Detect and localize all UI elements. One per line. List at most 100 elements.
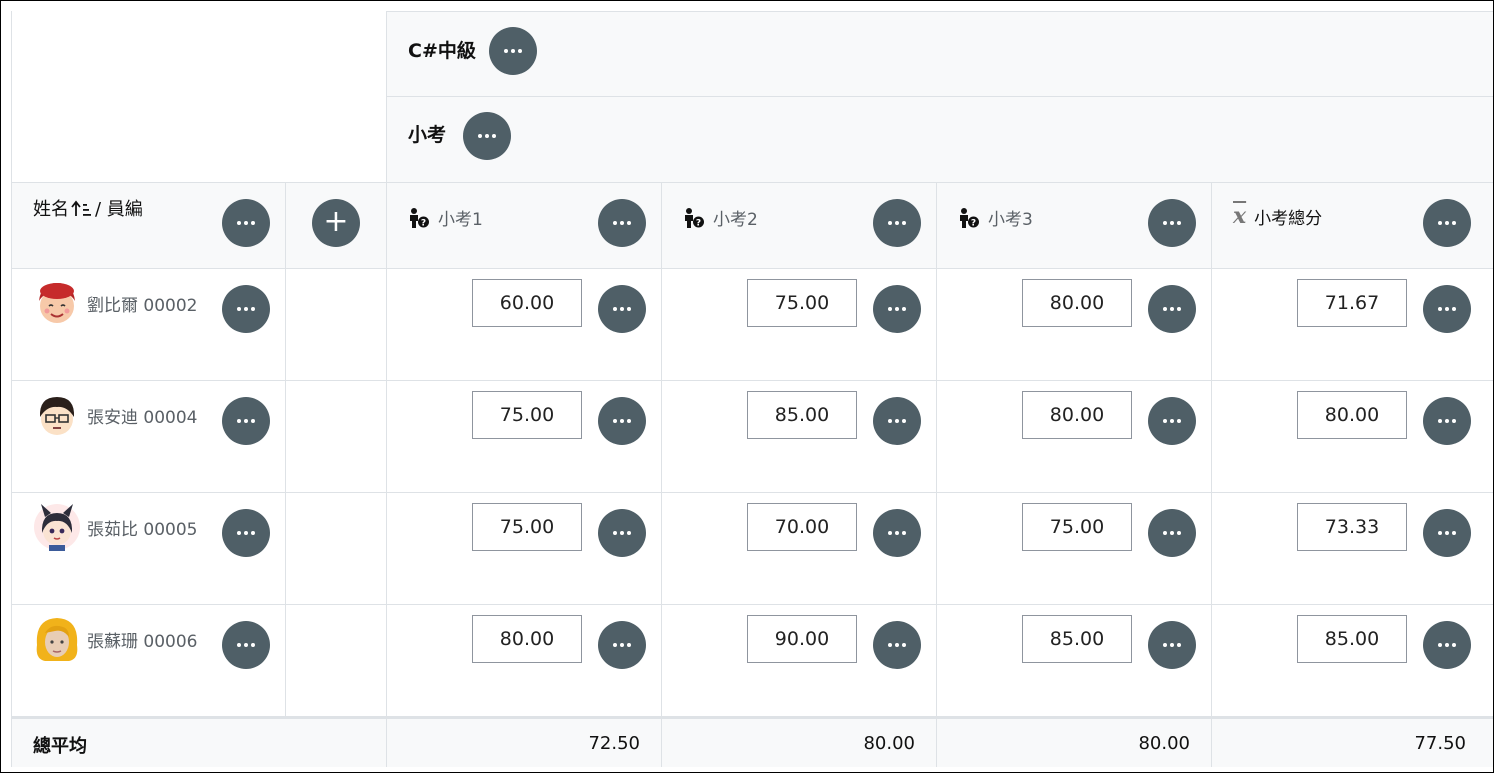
avatar[interactable] [33, 615, 81, 663]
manual-grade-icon: ? [685, 207, 704, 228]
grade-actions-button[interactable] [873, 621, 921, 669]
grade-actions-button[interactable] [598, 397, 646, 445]
student-actions-button[interactable] [222, 397, 270, 445]
grade-actions-button[interactable] [1148, 621, 1196, 669]
more-icon [613, 307, 631, 311]
student-actions-button[interactable] [222, 621, 270, 669]
more-icon [237, 307, 255, 311]
student-name-cell: 劉比爾 00002 [12, 269, 286, 381]
course-actions-button[interactable] [489, 27, 537, 75]
grade-cell [1212, 381, 1493, 493]
more-icon [613, 643, 631, 647]
grade-input[interactable] [1297, 279, 1407, 327]
grade-actions-button[interactable] [598, 621, 646, 669]
plus-icon: + [323, 204, 349, 239]
column-label-1[interactable]: ? 小考1 [408, 205, 483, 230]
student-name-cell: 張茹比 00005 [12, 493, 286, 605]
column-1-actions-button[interactable] [598, 199, 646, 247]
grade-input[interactable] [1022, 279, 1132, 327]
category-actions-button[interactable] [463, 112, 511, 160]
mean-x-bar-icon: x [1233, 203, 1247, 229]
grade-input[interactable] [1297, 503, 1407, 551]
more-icon [1163, 531, 1181, 535]
avatar[interactable] [33, 279, 81, 327]
column-label-2[interactable]: ? 小考2 [683, 205, 758, 230]
more-icon [888, 221, 906, 225]
student-name-cell: 張安迪 00004 [12, 381, 286, 493]
footer-label-cell: 總平均 [12, 717, 387, 767]
grade-input[interactable] [747, 391, 857, 439]
grade-input[interactable] [747, 615, 857, 663]
more-icon [478, 134, 496, 138]
empty-cell [286, 605, 387, 717]
more-icon [888, 307, 906, 311]
grade-input[interactable] [1297, 391, 1407, 439]
avatar[interactable] [33, 391, 81, 439]
student-actions-button[interactable] [222, 509, 270, 557]
more-icon [613, 221, 631, 225]
student-name-link[interactable]: 劉比爾 00002 [87, 291, 197, 316]
average-value: 80.00 [863, 733, 915, 754]
more-icon [1163, 221, 1181, 225]
grade-actions-button[interactable] [1148, 285, 1196, 333]
svg-text:?: ? [421, 218, 426, 228]
column-label-4[interactable]: x 小考總分 [1233, 203, 1322, 229]
more-icon [237, 221, 255, 225]
grade-cell [387, 269, 662, 381]
grade-input[interactable] [472, 279, 582, 327]
student-actions-button[interactable] [222, 285, 270, 333]
avatar[interactable] [33, 503, 81, 551]
grade-input[interactable] [747, 503, 857, 551]
employee-id-label[interactable]: / 員編 [95, 195, 143, 221]
add-column-header: + [286, 183, 387, 269]
more-icon [1163, 307, 1181, 311]
sort-ascending-icon[interactable] [71, 199, 93, 217]
grade-input[interactable] [1022, 391, 1132, 439]
grade-input[interactable] [472, 615, 582, 663]
column-header-1: ? 小考1 [387, 183, 662, 269]
grade-actions-button[interactable] [1423, 509, 1471, 557]
grade-input[interactable] [472, 391, 582, 439]
manual-grade-icon: ? [960, 207, 979, 228]
grade-actions-button[interactable] [1148, 397, 1196, 445]
grade-cell [662, 269, 937, 381]
add-item-button[interactable]: + [312, 199, 360, 247]
column-4-actions-button[interactable] [1423, 199, 1471, 247]
more-icon [888, 531, 906, 535]
grade-actions-button[interactable] [1148, 509, 1196, 557]
empty-cell [286, 381, 387, 493]
grade-actions-button[interactable] [1423, 397, 1471, 445]
student-name-link[interactable]: 張茹比 00005 [87, 515, 197, 540]
student-name-link[interactable]: 張蘇珊 00006 [87, 627, 197, 652]
student-name-cell: 張蘇珊 00006 [12, 605, 286, 717]
grade-actions-button[interactable] [873, 509, 921, 557]
grade-input[interactable] [1022, 615, 1132, 663]
column-title: 小考2 [713, 210, 758, 230]
grade-input[interactable] [472, 503, 582, 551]
column-header-2: ? 小考2 [662, 183, 937, 269]
grade-input[interactable] [1297, 615, 1407, 663]
grade-actions-button[interactable] [1423, 285, 1471, 333]
grade-input[interactable] [747, 279, 857, 327]
column-label-3[interactable]: ? 小考3 [958, 205, 1033, 230]
column-3-actions-button[interactable] [1148, 199, 1196, 247]
average-value: 72.50 [588, 733, 640, 754]
grade-actions-button[interactable] [598, 509, 646, 557]
more-icon [1438, 419, 1456, 423]
footer-average-4: 77.50 [1212, 717, 1493, 767]
name-column-actions-button[interactable] [222, 199, 270, 247]
more-icon [237, 643, 255, 647]
column-2-actions-button[interactable] [873, 199, 921, 247]
name-label[interactable]: 姓名 [33, 195, 69, 221]
more-icon [1163, 643, 1181, 647]
more-icon [237, 531, 255, 535]
more-icon [613, 419, 631, 423]
grade-actions-button[interactable] [873, 285, 921, 333]
average-value: 80.00 [1138, 733, 1190, 754]
more-icon [888, 419, 906, 423]
grade-actions-button[interactable] [1423, 621, 1471, 669]
grade-actions-button[interactable] [873, 397, 921, 445]
grade-actions-button[interactable] [598, 285, 646, 333]
grade-input[interactable] [1022, 503, 1132, 551]
student-name-link[interactable]: 張安迪 00004 [87, 403, 197, 428]
